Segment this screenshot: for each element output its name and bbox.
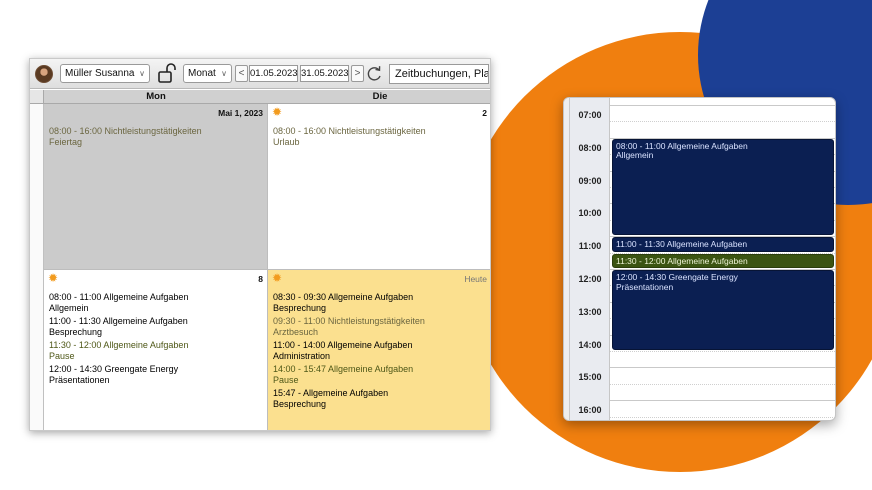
calendar-day-cell[interactable]: 8 ✹ 08:00 - 11:00 Allgemeine Aufgaben Allge… (44, 270, 268, 430)
hour-label: 09:00 (578, 175, 602, 186)
event-time-title: 08:00 - 11:00 Allgemeine Aufgaben (49, 292, 189, 302)
sun-icon: ✹ (272, 271, 283, 285)
calendar-toolbar: Müller Susanna ∨ Monat ∨ < 01.05.2023 31… (30, 59, 490, 89)
unlocked-padlock-icon[interactable] (158, 63, 176, 83)
sun-icon: ✹ (48, 271, 59, 285)
calendar-day-cell[interactable]: Heute ✹ 08:30 - 09:30 Allgemeine Aufgaben B… (268, 270, 490, 430)
cell-date-label: Heute (464, 274, 487, 284)
date-from-field[interactable]: 01.05.2023 (249, 65, 298, 82)
hour-label: 16:00 (578, 405, 602, 416)
event-detail: Feiertag (49, 136, 83, 147)
half-hour-gridline (610, 351, 835, 352)
hour-label: 13:00 (578, 306, 602, 317)
event-time-title: 12:00 - 14:30 Greengate Energy (49, 364, 179, 374)
calendar-event[interactable]: 08:00 - 11:00 Allgemeine Aufgaben Allgeme… (49, 292, 263, 313)
avatar[interactable] (35, 65, 53, 83)
grid-corner (30, 90, 44, 104)
event-list: 08:00 - 16:00 Nichtleistungstätigkeiten U… (273, 126, 487, 150)
day-appointment[interactable]: 11:00 - 11:30 Allgemeine AufgabenBesprec… (612, 237, 834, 252)
hour-label: 11:00 (578, 241, 602, 252)
hour-label: 08:00 (578, 142, 602, 153)
search-input[interactable]: Zeitbuchungen, Pla (389, 64, 489, 84)
event-time-title: 14:00 - 15:47 Allgemeine Aufgaben (273, 364, 414, 374)
date-to-field[interactable]: 31.05.2023 (300, 65, 349, 82)
day-header-mon: Mon (44, 90, 268, 104)
hour-label: 07:00 (578, 110, 602, 120)
appointment-title: 11:30 - 12:00 Allgemeine Aufgaben (616, 255, 748, 266)
event-time-title: 15:47 - Allgemeine Aufgaben (273, 388, 389, 398)
hour-gridline (610, 400, 835, 402)
week-gutter (30, 104, 44, 430)
stage: Müller Susanna ∨ Monat ∨ < 01.05.2023 31… (0, 0, 872, 490)
view-mode-select[interactable]: Monat ∨ (183, 64, 232, 83)
calendar-event[interactable]: 11:30 - 12:00 Allgemeine Aufgaben Pause (49, 340, 263, 361)
user-select[interactable]: Müller Susanna ∨ (60, 64, 150, 83)
cell-date-label: Mai 1, 2023 (218, 108, 263, 118)
half-hour-gridline (610, 416, 835, 418)
calendar-event[interactable]: 14:00 - 15:47 Allgemeine Aufgaben Pause (273, 364, 487, 385)
event-time-title: 11:00 - 11:30 Allgemeine Aufgaben (49, 316, 188, 326)
user-select-value: Müller Susanna (65, 68, 135, 79)
day-appointment[interactable]: 12:00 - 14:30 Greengate Energy Präsentati… (612, 270, 834, 350)
event-detail: Allgemein (49, 302, 89, 313)
event-time-title: 11:00 - 14:00 Allgemeine Aufgaben (273, 340, 413, 350)
calendar-event[interactable]: 08:00 - 16:00 Nichtleistungstätigkeiten U… (273, 126, 487, 147)
refresh-icon[interactable] (366, 64, 382, 83)
event-time-title: 08:00 - 16:00 Nichtleistungstätigkeiten (49, 126, 202, 136)
previous-period-button[interactable]: < (235, 65, 248, 82)
calendar-event[interactable]: 11:00 - 11:30 Allgemeine Aufgaben Besprec… (49, 316, 263, 337)
event-time-title: 08:00 - 16:00 Nichtleistungstätigkeiten (273, 126, 426, 136)
calendar-event[interactable]: 08:00 - 16:00 Nichtleistungstätigkeiten F… (49, 126, 263, 147)
chevron-down-icon: ∨ (221, 69, 227, 78)
month-calendar-window: Müller Susanna ∨ Monat ∨ < 01.05.2023 31… (29, 58, 491, 431)
hour-gridline (610, 367, 835, 369)
appointment-detail: Besprechung (616, 249, 830, 250)
calendar-day-cell[interactable]: Mai 1, 2023 08:00 - 16:00 Nichtleistungst… (44, 104, 268, 270)
event-detail: Administration (273, 350, 331, 361)
hour-label: 15:00 (578, 372, 602, 383)
cell-date-label: 2 (482, 108, 487, 118)
calendar-event[interactable]: 15:47 - Allgemeine Aufgaben Besprechung (273, 388, 487, 409)
event-list: 08:00 - 16:00 Nichtleistungstätigkeiten F… (49, 126, 263, 150)
cell-date-label: 8 (258, 274, 263, 284)
half-hour-gridline (610, 121, 835, 123)
next-period-button[interactable]: > (351, 65, 364, 82)
day-appointment[interactable]: 08:00 - 11:00 Allgemeine Aufgaben Allgeme… (612, 138, 834, 236)
hour-label: 12:00 (578, 274, 602, 284)
hour-label: 10:00 (578, 208, 602, 219)
calendar-event[interactable]: 12:00 - 14:30 Greengate Energy Präsentati… (49, 364, 263, 385)
event-list: 08:30 - 09:30 Allgemeine Aufgaben Besprec… (273, 292, 487, 412)
chevron-down-icon: ∨ (139, 69, 145, 78)
half-hour-gridline (610, 383, 835, 385)
hour-label: 14:00 (578, 339, 602, 350)
event-detail: Präsentationen (49, 374, 110, 385)
calendar-day-cell[interactable]: 2 ✹ 08:00 - 16:00 Nichtleistungstätigkeite… (268, 104, 490, 270)
event-detail: Besprechung (273, 398, 327, 409)
view-mode-value: Monat (188, 68, 216, 79)
event-list: 08:00 - 11:00 Allgemeine Aufgaben Allgeme… (49, 292, 263, 388)
day-view-window: 07:00 08:00 09:00 10:00 11:00 12:00 13:00 14:00… (563, 97, 836, 421)
event-detail: Pause (49, 350, 75, 361)
sun-icon: ✹ (272, 105, 283, 119)
event-time-title: 11:30 - 12:00 Allgemeine Aufgaben (49, 340, 189, 350)
calendar-event[interactable]: 11:00 - 14:00 Allgemeine Aufgaben Adminis… (273, 340, 487, 361)
appointment-detail: Präsentationen (616, 281, 674, 292)
calendar-event[interactable]: 08:30 - 09:30 Allgemeine Aufgaben Besprec… (273, 292, 487, 313)
event-detail: Arztbesuch (273, 326, 319, 337)
day-header-die: Die (268, 90, 490, 104)
day-appointment[interactable]: 11:30 - 12:00 Allgemeine Aufgaben (612, 253, 834, 268)
event-detail: Pause (273, 374, 299, 385)
calendar-event[interactable]: 09:30 - 11:00 Nichtleistungstätigkeiten A… (273, 316, 487, 337)
event-detail: Urlaub (273, 136, 300, 147)
hour-gridline (610, 105, 835, 106)
event-time-title: 09:30 - 11:00 Nichtleistungstätigkeiten (273, 316, 425, 326)
event-time-title: 08:30 - 09:30 Allgemeine Aufgaben (273, 292, 414, 302)
appointment-detail: Allgemein (616, 150, 654, 161)
event-detail: Besprechung (273, 302, 327, 313)
event-detail: Besprechung (49, 326, 103, 337)
